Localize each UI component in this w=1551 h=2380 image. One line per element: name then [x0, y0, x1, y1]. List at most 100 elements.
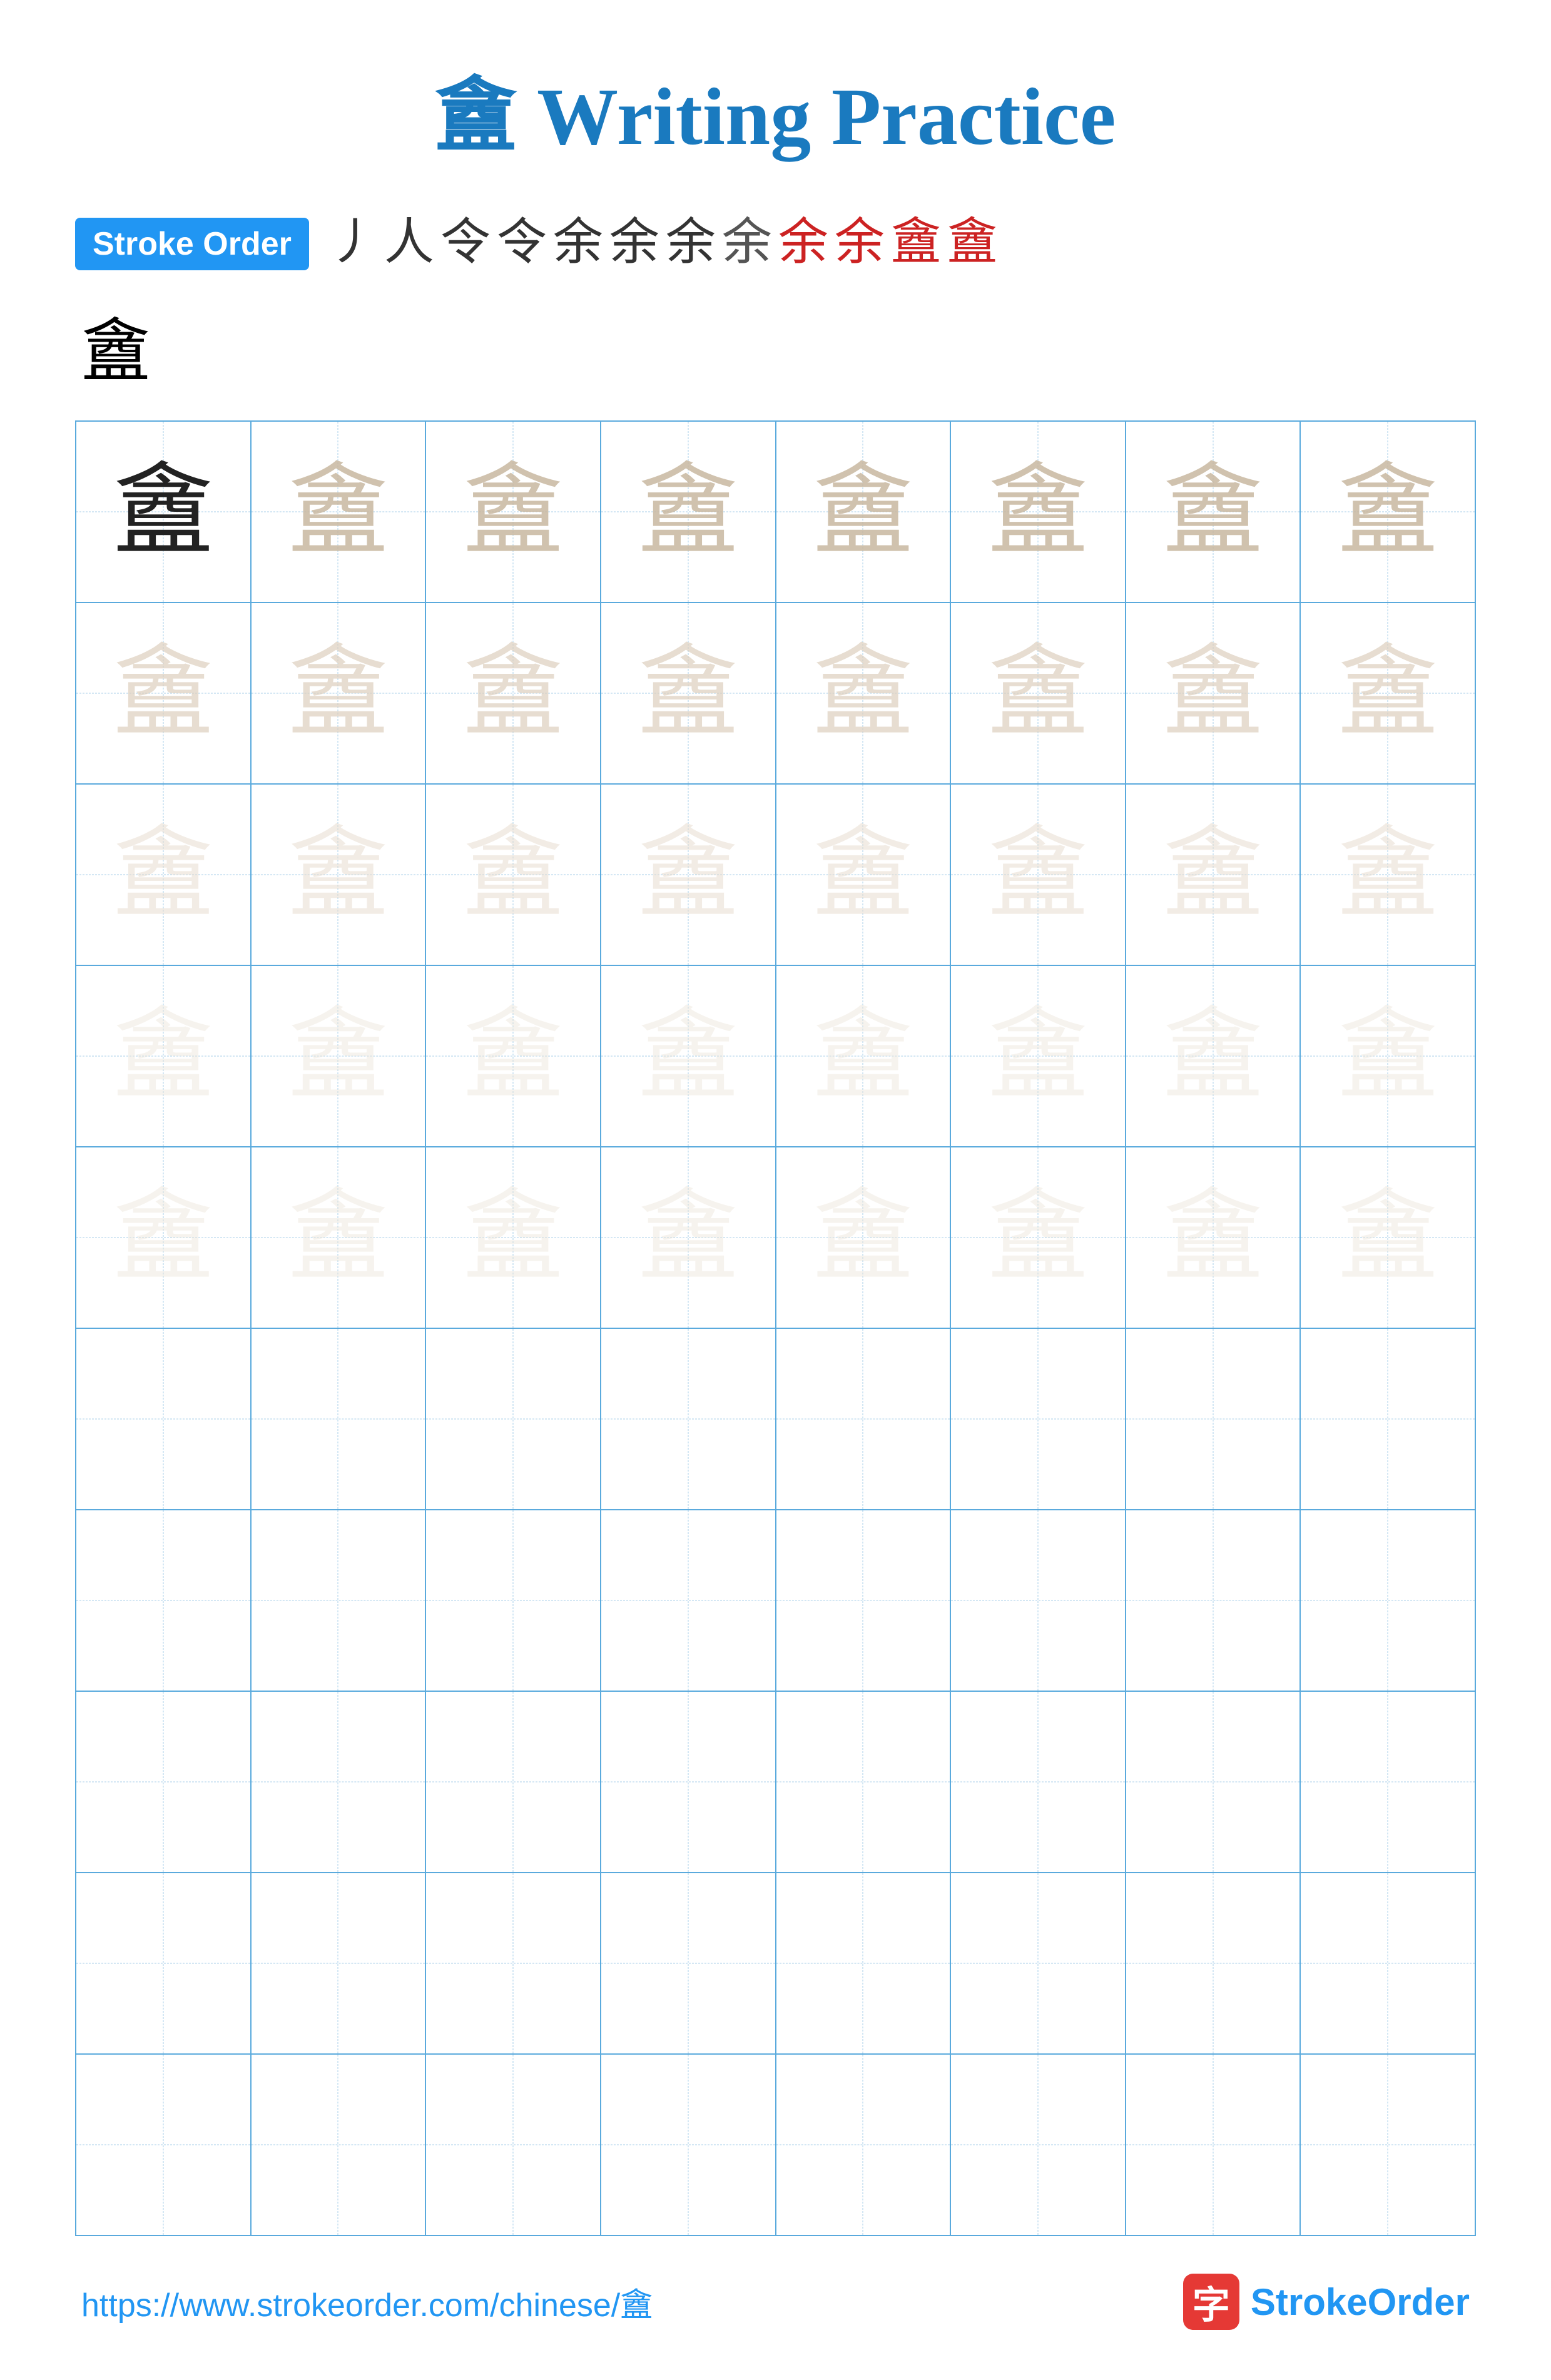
grid-cell-3-8[interactable]: 盦 — [1301, 785, 1476, 966]
grid-cell-4-7[interactable]: 盦 — [1126, 966, 1301, 1147]
char-display: 盦 — [463, 825, 563, 925]
char-display: 盦 — [638, 462, 738, 562]
char-display: 盦 — [113, 825, 213, 925]
grid-cell-1-5[interactable]: 盦 — [776, 422, 952, 603]
grid-cell-4-2[interactable]: 盦 — [252, 966, 427, 1147]
grid-cell-5-6[interactable]: 盦 — [951, 1147, 1126, 1329]
grid-cell-6-5[interactable] — [776, 1329, 952, 1510]
char-display: 盦 — [1338, 825, 1438, 925]
grid-cell-9-1[interactable] — [76, 1873, 252, 2055]
grid-cell-2-3[interactable]: 盦 — [426, 603, 601, 785]
grid-cell-1-3[interactable]: 盦 — [426, 422, 601, 603]
grid-cell-5-7[interactable]: 盦 — [1126, 1147, 1301, 1329]
grid-cell-1-7[interactable]: 盦 — [1126, 422, 1301, 603]
stroke-7: 余 — [666, 218, 716, 268]
grid-cell-8-8[interactable] — [1301, 1692, 1476, 1873]
grid-cell-5-8[interactable]: 盦 — [1301, 1147, 1476, 1329]
grid-cell-1-6[interactable]: 盦 — [951, 422, 1126, 603]
grid-row-10 — [76, 2055, 1476, 2236]
grid-cell-8-7[interactable] — [1126, 1692, 1301, 1873]
grid-cell-3-4[interactable]: 盦 — [601, 785, 776, 966]
grid-cell-4-6[interactable]: 盦 — [951, 966, 1126, 1147]
grid-cell-1-8[interactable]: 盦 — [1301, 422, 1476, 603]
grid-cell-2-8[interactable]: 盦 — [1301, 603, 1476, 785]
grid-cell-9-6[interactable] — [951, 1873, 1126, 2055]
grid-cell-6-8[interactable] — [1301, 1329, 1476, 1510]
grid-cell-3-6[interactable]: 盦 — [951, 785, 1126, 966]
char-display: 盦 — [638, 643, 738, 743]
grid-cell-7-5[interactable] — [776, 1510, 952, 1692]
char-display: 盦 — [638, 825, 738, 925]
grid-cell-1-2[interactable]: 盦 — [252, 422, 427, 603]
grid-cell-6-3[interactable] — [426, 1329, 601, 1510]
grid-cell-10-2[interactable] — [252, 2055, 427, 2236]
char-display: 盦 — [288, 1006, 388, 1106]
grid-cell-7-3[interactable] — [426, 1510, 601, 1692]
grid-cell-2-4[interactable]: 盦 — [601, 603, 776, 785]
grid-cell-3-2[interactable]: 盦 — [252, 785, 427, 966]
grid-cell-8-4[interactable] — [601, 1692, 776, 1873]
grid-cell-5-3[interactable]: 盦 — [426, 1147, 601, 1329]
grid-cell-1-4[interactable]: 盦 — [601, 422, 776, 603]
grid-cell-10-3[interactable] — [426, 2055, 601, 2236]
grid-cell-9-3[interactable] — [426, 1873, 601, 2055]
grid-cell-5-1[interactable]: 盦 — [76, 1147, 252, 1329]
grid-cell-10-7[interactable] — [1126, 2055, 1301, 2236]
grid-cell-10-8[interactable] — [1301, 2055, 1476, 2236]
grid-cell-10-6[interactable] — [951, 2055, 1126, 2236]
grid-cell-3-7[interactable]: 盦 — [1126, 785, 1301, 966]
grid-cell-5-5[interactable]: 盦 — [776, 1147, 952, 1329]
grid-cell-4-1[interactable]: 盦 — [76, 966, 252, 1147]
grid-row-5: 盦 盦 盦 盦 盦 盦 盦 盦 — [76, 1147, 1476, 1329]
grid-cell-6-1[interactable] — [76, 1329, 252, 1510]
grid-cell-7-7[interactable] — [1126, 1510, 1301, 1692]
grid-cell-8-1[interactable] — [76, 1692, 252, 1873]
grid-cell-2-2[interactable]: 盦 — [252, 603, 427, 785]
grid-cell-8-6[interactable] — [951, 1692, 1126, 1873]
grid-cell-8-5[interactable] — [776, 1692, 952, 1873]
grid-cell-9-4[interactable] — [601, 1873, 776, 2055]
footer-url[interactable]: https://www.strokeorder.com/chinese/盦 — [81, 2279, 653, 2326]
grid-cell-7-2[interactable] — [252, 1510, 427, 1692]
grid-cell-10-5[interactable] — [776, 2055, 952, 2236]
grid-cell-6-7[interactable] — [1126, 1329, 1301, 1510]
char-display: 盦 — [113, 643, 213, 743]
grid-cell-10-1[interactable] — [76, 2055, 252, 2236]
grid-cell-6-2[interactable] — [252, 1329, 427, 1510]
grid-cell-8-3[interactable] — [426, 1692, 601, 1873]
grid-cell-4-3[interactable]: 盦 — [426, 966, 601, 1147]
char-display: 盦 — [988, 825, 1088, 925]
writing-grid: 盦 盦 盦 盦 盦 盦 盦 盦 — [75, 420, 1476, 2236]
grid-cell-4-4[interactable]: 盦 — [601, 966, 776, 1147]
title-text: Writing Practice — [517, 72, 1116, 162]
stroke-8: 余 — [722, 218, 772, 268]
grid-cell-9-2[interactable] — [252, 1873, 427, 2055]
grid-cell-7-1[interactable] — [76, 1510, 252, 1692]
char-display: 盦 — [1163, 1187, 1263, 1288]
grid-cell-7-6[interactable] — [951, 1510, 1126, 1692]
grid-cell-3-3[interactable]: 盦 — [426, 785, 601, 966]
grid-cell-9-7[interactable] — [1126, 1873, 1301, 2055]
grid-cell-5-2[interactable]: 盦 — [252, 1147, 427, 1329]
stroke-2: 人 — [384, 218, 434, 268]
grid-cell-6-6[interactable] — [951, 1329, 1126, 1510]
grid-cell-8-2[interactable] — [252, 1692, 427, 1873]
grid-cell-4-8[interactable]: 盦 — [1301, 966, 1476, 1147]
grid-cell-5-4[interactable]: 盦 — [601, 1147, 776, 1329]
grid-cell-9-8[interactable] — [1301, 1873, 1476, 2055]
grid-row-8 — [76, 1692, 1476, 1873]
grid-cell-2-7[interactable]: 盦 — [1126, 603, 1301, 785]
grid-cell-2-6[interactable]: 盦 — [951, 603, 1126, 785]
grid-cell-4-5[interactable]: 盦 — [776, 966, 952, 1147]
grid-cell-7-8[interactable] — [1301, 1510, 1476, 1692]
grid-cell-6-4[interactable] — [601, 1329, 776, 1510]
grid-cell-7-4[interactable] — [601, 1510, 776, 1692]
char-display: 盦 — [813, 1187, 913, 1288]
grid-cell-10-4[interactable] — [601, 2055, 776, 2236]
grid-cell-1-1[interactable]: 盦 — [76, 422, 252, 603]
grid-cell-3-5[interactable]: 盦 — [776, 785, 952, 966]
grid-cell-2-5[interactable]: 盦 — [776, 603, 952, 785]
grid-cell-2-1[interactable]: 盦 — [76, 603, 252, 785]
grid-cell-9-5[interactable] — [776, 1873, 952, 2055]
grid-cell-3-1[interactable]: 盦 — [76, 785, 252, 966]
